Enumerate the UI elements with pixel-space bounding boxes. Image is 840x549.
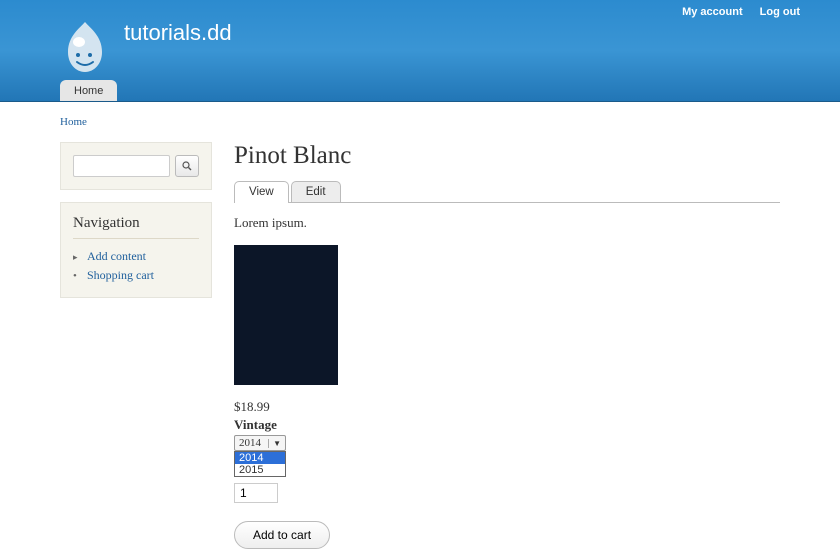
chevron-down-icon: ▼ xyxy=(268,439,281,448)
tab-edit[interactable]: Edit xyxy=(291,181,341,202)
drupal-logo-icon[interactable] xyxy=(60,18,110,74)
logout-link[interactable]: Log out xyxy=(760,6,800,18)
local-tasks: View Edit xyxy=(234,180,780,203)
nav-add-content[interactable]: Add content xyxy=(73,247,199,266)
sidebar: Navigation Add content Shopping cart xyxy=(60,142,212,310)
product-price: $18.99 xyxy=(234,399,780,415)
vintage-option-2014[interactable]: 2014 xyxy=(235,452,285,464)
nav-shopping-cart[interactable]: Shopping cart xyxy=(73,266,199,285)
search-input[interactable] xyxy=(73,155,170,177)
add-to-cart-button[interactable]: Add to cart xyxy=(234,521,330,549)
quantity-input[interactable] xyxy=(234,483,278,503)
my-account-link[interactable]: My account xyxy=(682,6,743,18)
tab-view[interactable]: View xyxy=(234,181,289,203)
search-button[interactable] xyxy=(175,155,199,177)
vintage-select[interactable]: 2014 ▼ 2014 2015 xyxy=(234,435,286,451)
main-content: Pinot Blanc View Edit Lorem ipsum. $18.9… xyxy=(234,142,780,549)
navigation-block: Navigation Add content Shopping cart xyxy=(60,202,212,298)
search-icon xyxy=(182,161,192,171)
site-name[interactable]: tutorials.dd xyxy=(124,18,232,46)
site-header: My account Log out tutorials.dd Home xyxy=(0,0,840,102)
nav-title: Navigation xyxy=(73,215,199,239)
vintage-option-2015[interactable]: 2015 xyxy=(235,464,285,476)
page-title: Pinot Blanc xyxy=(234,142,780,170)
breadcrumb: Home xyxy=(0,102,840,142)
vintage-selected-value: 2014 xyxy=(239,437,261,449)
user-menu: My account Log out xyxy=(668,6,800,18)
menu-item-home[interactable]: Home xyxy=(60,80,117,101)
search-block xyxy=(60,142,212,190)
vintage-label: Vintage xyxy=(234,417,780,433)
vintage-dropdown: 2014 2015 xyxy=(234,451,286,477)
breadcrumb-home[interactable]: Home xyxy=(60,116,87,128)
product-image[interactable] xyxy=(234,245,338,385)
product-body: Lorem ipsum. xyxy=(234,215,780,231)
main-menu: Home xyxy=(0,72,840,101)
